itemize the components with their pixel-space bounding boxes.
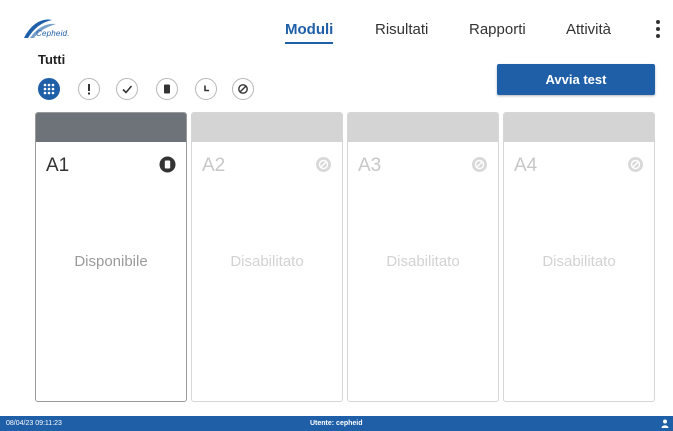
user-icon: [661, 419, 669, 428]
module-status: Disabilitato: [230, 253, 304, 270]
check-icon: [122, 85, 133, 94]
disabled-icon: [472, 157, 487, 172]
disabled-icon: [628, 157, 643, 172]
tab-rapporti[interactable]: Rapporti: [469, 18, 526, 44]
filter-label: Tutti: [38, 52, 66, 67]
filter-all-button[interactable]: [38, 78, 60, 100]
user-text: Utente: cepheid: [310, 420, 363, 427]
module-card-a4[interactable]: A4 Disabilitato: [503, 112, 655, 402]
status-bar: 08/04/23 09:11:23 Utente: cepheid: [0, 416, 673, 431]
cartridge-icon: [164, 84, 170, 94]
tab-risultati[interactable]: Risultati: [375, 18, 428, 44]
module-card-a3[interactable]: A3 Disabilitato: [347, 112, 499, 402]
module-header-bar: [504, 113, 654, 142]
disabled-icon: [238, 84, 248, 94]
clock-icon: [204, 85, 209, 92]
cepheid-logo: Cepheid.: [22, 18, 92, 42]
datetime-text: 08/04/23 09:11:23: [6, 420, 62, 427]
module-name: A3: [358, 155, 382, 176]
disabled-icon: [316, 157, 331, 172]
module-header-bar: [348, 113, 498, 142]
filter-done-button[interactable]: [116, 78, 138, 100]
tab-moduli[interactable]: Moduli: [285, 18, 334, 44]
header: Cepheid. Moduli Risultati Rapporti Attiv…: [0, 0, 673, 48]
module-name: A1: [46, 155, 70, 176]
module-header-bar: [36, 113, 186, 142]
cartridge-icon: [159, 156, 176, 173]
exclamation-icon: [88, 84, 90, 95]
filter-error-button[interactable]: [78, 78, 100, 100]
module-header-bar: [192, 113, 342, 142]
logo-text: Cepheid.: [36, 29, 70, 38]
more-vertical-icon[interactable]: [654, 20, 662, 40]
module-name: A2: [202, 155, 226, 176]
module-card-a1[interactable]: A1 Disponibile: [35, 112, 187, 402]
filter-running-button[interactable]: [195, 78, 217, 100]
module-name: A4: [514, 155, 538, 176]
grid-icon: [43, 83, 55, 95]
tab-attivita[interactable]: Attività: [566, 18, 611, 44]
module-status: Disabilitato: [386, 253, 460, 270]
module-status: Disponibile: [74, 253, 148, 270]
app-window: Cepheid. Moduli Risultati Rapporti Attiv…: [0, 0, 673, 431]
module-status: Disabilitato: [542, 253, 616, 270]
module-card-a2[interactable]: A2 Disabilitato: [191, 112, 343, 402]
filter-loaded-button[interactable]: [156, 78, 178, 100]
start-test-button[interactable]: Avvia test: [497, 64, 655, 95]
filter-disabled-button[interactable]: [232, 78, 254, 100]
